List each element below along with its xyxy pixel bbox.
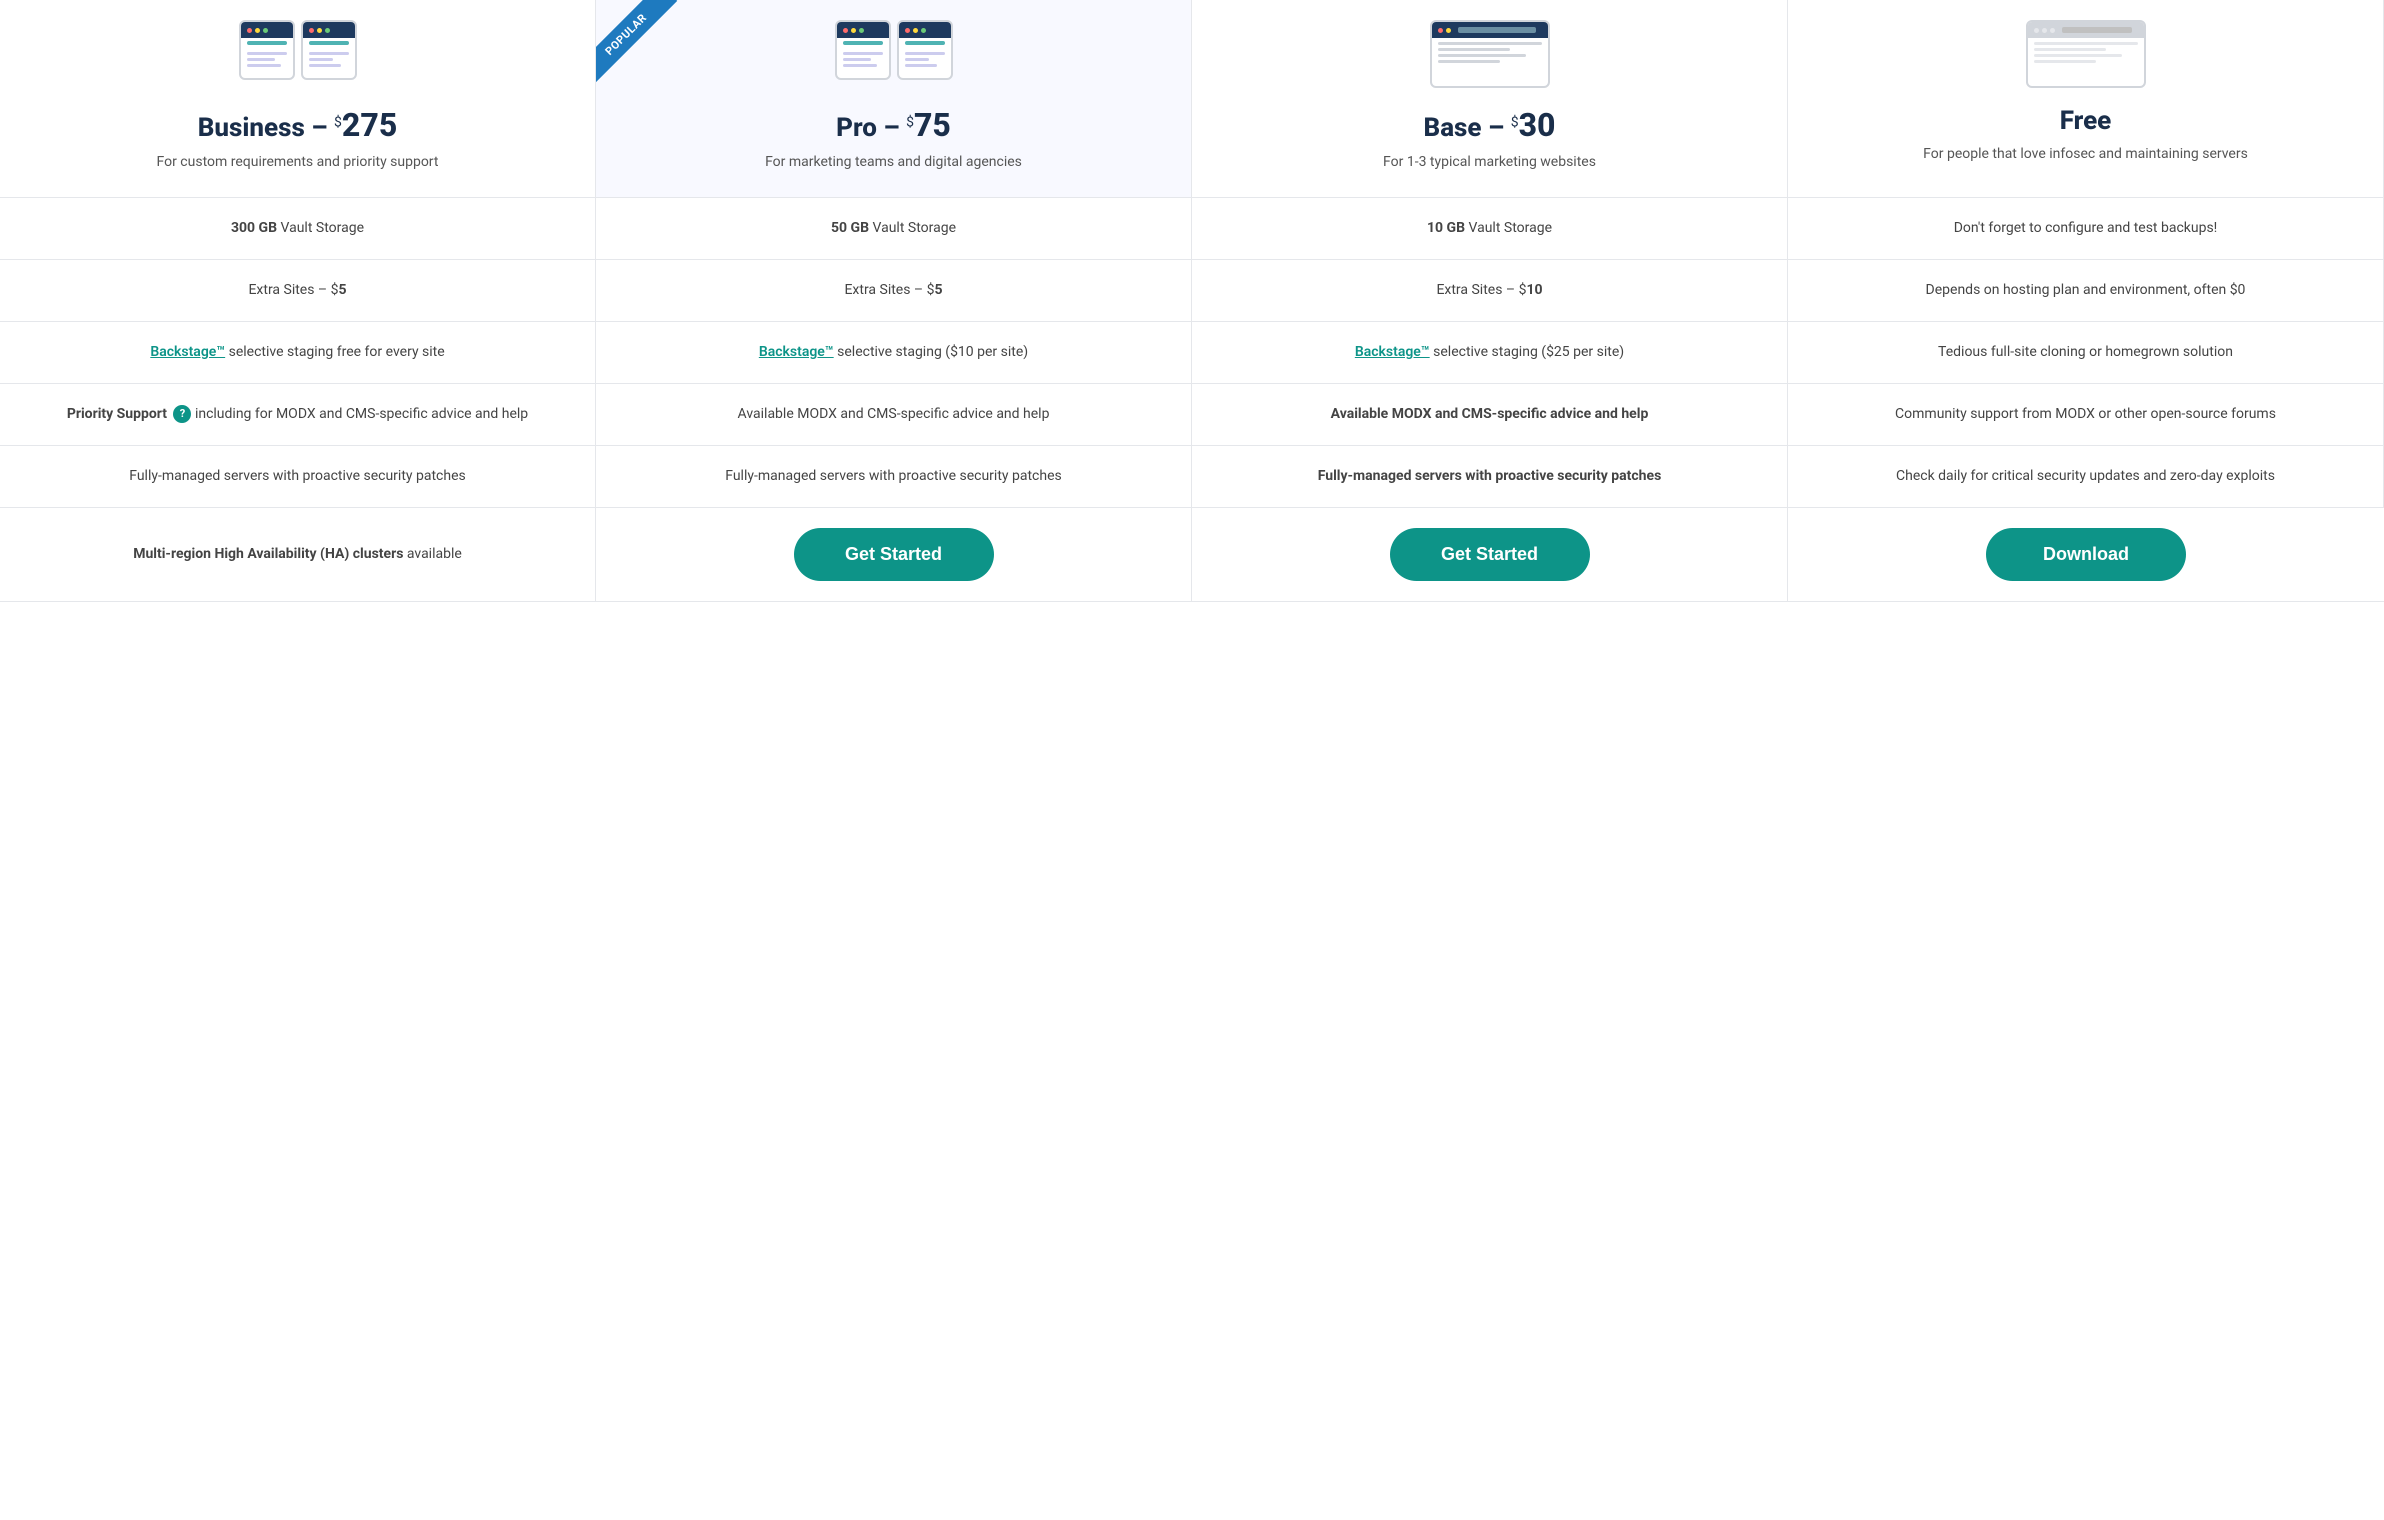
free-cta[interactable]: Download — [1788, 508, 2384, 602]
base-backstage-link[interactable]: Backstage™ — [1355, 344, 1430, 360]
business-plan-title: Business – $275 — [16, 106, 579, 144]
business-cta: Multi-region High Availability (HA) clus… — [0, 508, 596, 602]
popular-ribbon-label: POPULAR — [596, 0, 677, 86]
plan-header-base: Base – $30 For 1-3 typical marketing web… — [1192, 0, 1788, 198]
business-support: Priority Support ? including for MODX an… — [0, 384, 596, 446]
free-backstage: Tedious full-site cloning or homegrown s… — [1788, 322, 2384, 384]
pro-browser-image — [834, 20, 954, 90]
business-plan-description: For custom requirements and priority sup… — [16, 152, 579, 173]
pro-storage: 50 GB Vault Storage — [596, 198, 1192, 260]
business-backstage-link[interactable]: Backstage™ — [150, 344, 225, 360]
free-security: Check daily for critical security update… — [1788, 446, 2384, 508]
plan-header-free: Free For people that love infosec and ma… — [1788, 0, 2384, 198]
pro-plan-description: For marketing teams and digital agencies — [612, 152, 1175, 173]
business-backstage: Backstage™ selective staging free for ev… — [0, 322, 596, 384]
base-security: Fully-managed servers with proactive sec… — [1192, 446, 1788, 508]
free-plan-description: For people that love infosec and maintai… — [1804, 144, 2367, 165]
priority-support-help-icon: ? — [173, 405, 191, 423]
free-support: Community support from MODX or other ope… — [1788, 384, 2384, 446]
pro-extra-sites: Extra Sites – $5 — [596, 260, 1192, 322]
base-storage: 10 GB Vault Storage — [1192, 198, 1788, 260]
business-storage: 300 GB Vault Storage — [0, 198, 596, 260]
base-cta[interactable]: Get Started — [1192, 508, 1788, 602]
business-extra-sites: Extra Sites – $5 — [0, 260, 596, 322]
popular-badge: POPULAR — [596, 0, 686, 90]
business-security: Fully-managed servers with proactive sec… — [0, 446, 596, 508]
base-support: Available MODX and CMS-specific advice a… — [1192, 384, 1788, 446]
free-download-button[interactable]: Download — [1986, 528, 2186, 581]
pro-backstage: Backstage™ selective staging ($10 per si… — [596, 322, 1192, 384]
pricing-table: Business – $275 For custom requirements … — [0, 0, 2384, 602]
plan-header-pro: POPULAR — [596, 0, 1192, 198]
pro-backstage-link[interactable]: Backstage™ — [759, 344, 834, 360]
base-get-started-button[interactable]: Get Started — [1390, 528, 1590, 581]
pro-support: Available MODX and CMS-specific advice a… — [596, 384, 1192, 446]
pro-cta[interactable]: Get Started — [596, 508, 1192, 602]
free-storage: Don't forget to configure and test backu… — [1788, 198, 2384, 260]
free-extra-sites: Depends on hosting plan and environment,… — [1788, 260, 2384, 322]
pro-get-started-button[interactable]: Get Started — [794, 528, 994, 581]
business-browser-image — [238, 20, 358, 90]
plan-header-business: Business – $275 For custom requirements … — [0, 0, 596, 198]
base-browser-image — [1430, 20, 1550, 90]
base-plan-title: Base – $30 — [1208, 106, 1771, 144]
free-plan-title: Free — [1804, 106, 2367, 136]
free-browser-image — [2026, 20, 2146, 90]
base-backstage: Backstage™ selective staging ($25 per si… — [1192, 322, 1788, 384]
pro-security: Fully-managed servers with proactive sec… — [596, 446, 1192, 508]
base-extra-sites: Extra Sites – $10 — [1192, 260, 1788, 322]
base-plan-description: For 1-3 typical marketing websites — [1208, 152, 1771, 173]
pro-plan-title: Pro – $75 — [612, 106, 1175, 144]
